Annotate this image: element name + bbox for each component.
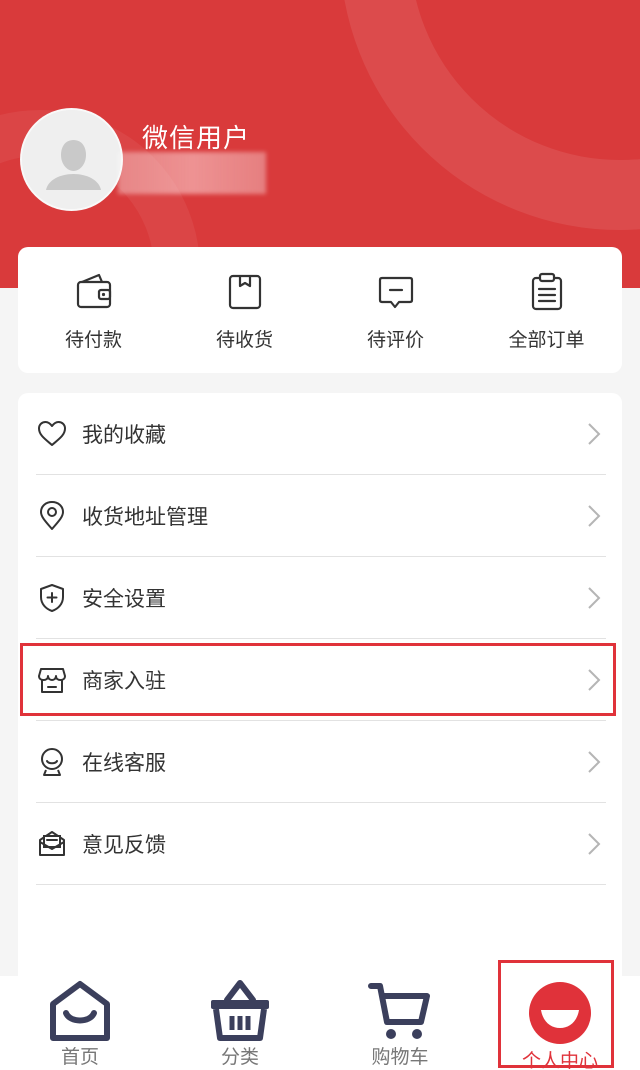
order-pending-review[interactable]: 待评价 [320, 247, 471, 373]
chevron-right-icon [588, 668, 601, 691]
home-icon [50, 981, 110, 1041]
bottom-tab-bar: 首页 分类 购物车 个人中心 [0, 976, 640, 1070]
heart-icon [38, 420, 66, 446]
customer-service-icon [41, 747, 63, 776]
menu-item-label: 收货地址管理 [82, 504, 208, 529]
menu-item-label: 我的收藏 [82, 422, 166, 447]
chevron-right-icon [588, 422, 601, 445]
tab-home[interactable]: 首页 [0, 976, 160, 1070]
menu-item-label: 意见反馈 [82, 832, 166, 857]
order-label: 待收货 [215, 329, 273, 351]
chevron-right-icon [588, 832, 601, 855]
tab-cart[interactable]: 购物车 [320, 976, 480, 1070]
profile-icon [529, 982, 591, 1044]
settings-menu: 我的收藏 收货地址管理 安全设置 商家入驻 在线客服 意见反馈 [18, 393, 622, 993]
tab-profile[interactable]: 个人中心 [480, 976, 640, 1070]
shield-icon [40, 583, 64, 612]
header-decoration [340, 0, 640, 230]
basket-icon [211, 980, 269, 1041]
comment-icon [378, 276, 413, 309]
order-status-card: 待付款 待收货 待评价 全部订单 [18, 247, 622, 373]
wallet-icon [76, 273, 111, 309]
tab-label: 个人中心 [521, 1050, 598, 1070]
menu-item-address[interactable]: 收货地址管理 [36, 475, 606, 557]
clipboard-icon [531, 272, 562, 311]
store-icon [38, 667, 66, 693]
chevron-right-icon [588, 750, 601, 773]
user-silhouette-icon [22, 110, 121, 209]
menu-item-feedback[interactable]: 意见反馈 [36, 803, 606, 885]
user-nickname: 微信用户 [142, 124, 251, 154]
tab-label: 首页 [60, 1046, 99, 1068]
cart-icon [368, 983, 430, 1039]
avatar[interactable] [20, 108, 123, 211]
feedback-icon [39, 830, 65, 856]
chevron-right-icon [588, 586, 601, 609]
chevron-right-icon [588, 504, 601, 527]
package-icon [228, 274, 261, 310]
tab-label: 分类 [220, 1046, 259, 1068]
menu-item-security[interactable]: 安全设置 [36, 557, 606, 639]
location-pin-icon [40, 500, 64, 530]
menu-item-customer-service[interactable]: 在线客服 [36, 721, 606, 803]
menu-item-label: 商家入驻 [82, 668, 166, 693]
menu-item-label: 安全设置 [82, 586, 166, 611]
tab-label: 购物车 [371, 1046, 429, 1068]
order-label: 待付款 [64, 329, 122, 351]
order-label: 全部订单 [508, 329, 585, 351]
tab-category[interactable]: 分类 [160, 976, 320, 1070]
menu-item-favorites[interactable]: 我的收藏 [36, 393, 606, 475]
blurred-user-id [118, 152, 266, 194]
order-pending-payment[interactable]: 待付款 [18, 247, 169, 373]
order-all[interactable]: 全部订单 [471, 247, 622, 373]
menu-item-merchant-join[interactable]: 商家入驻 [36, 639, 606, 721]
order-pending-receipt[interactable]: 待收货 [169, 247, 320, 373]
menu-item-label: 在线客服 [82, 750, 166, 775]
order-label: 待评价 [366, 329, 424, 351]
